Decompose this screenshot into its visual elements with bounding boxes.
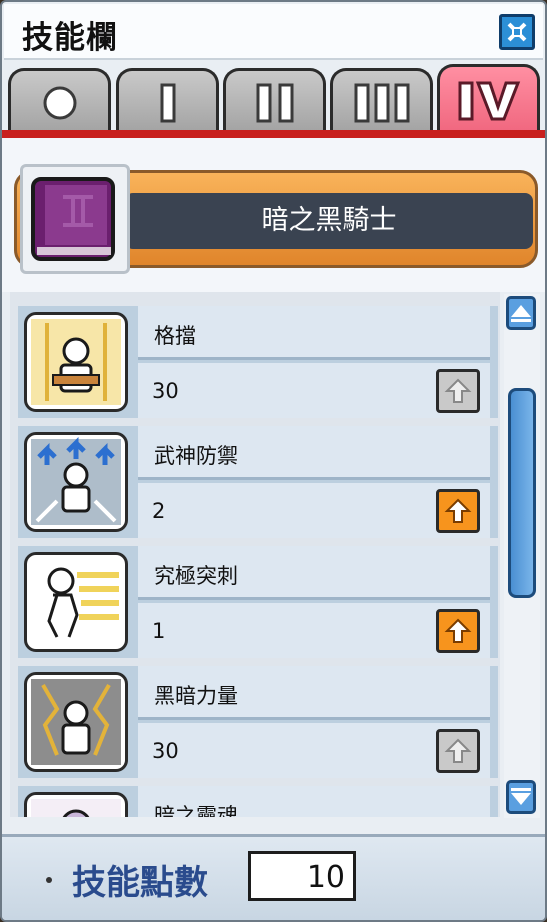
skill-points-value: 10 — [248, 851, 356, 901]
skill-points-footer: 技能點數 10 — [2, 834, 545, 920]
skill-row[interactable]: 暗之靈魂 — [18, 786, 498, 817]
skill-list-scrollbar[interactable] — [504, 294, 540, 818]
close-icon — [507, 22, 527, 42]
skill-row[interactable]: 究極突刺 1 — [18, 546, 498, 658]
guard-skill-icon — [31, 436, 121, 525]
skill-list[interactable]: 格擋 30 武神防禦 2 究極突刺 1 黑暗力量 30 暗之靈魂 — [10, 292, 500, 817]
skill-row[interactable]: 武神防禦 2 — [18, 426, 498, 538]
scroll-up-button[interactable] — [506, 296, 536, 330]
tab-4[interactable] — [437, 64, 540, 134]
skill-row[interactable]: 格擋 30 — [18, 306, 498, 418]
skill-points-label: 技能點數 — [72, 863, 208, 903]
block-skill-icon — [31, 319, 121, 405]
arrow-up-icon — [444, 378, 472, 403]
skill-window: 技能欄 暗之黑騎士 格擋 30 武神防禦 2 究極突刺 1 黑暗力量 30 暗之… — [0, 0, 547, 922]
skill-icon-frame — [24, 312, 128, 412]
roman-2-icon — [256, 83, 293, 122]
skill-book-icon — [31, 177, 115, 261]
skill-icon-frame — [24, 792, 128, 817]
tab-divider — [2, 130, 545, 138]
job-name-plate: 暗之黑騎士 — [125, 193, 533, 249]
level-up-button[interactable] — [436, 489, 480, 533]
thrust-skill-icon — [31, 559, 121, 645]
title-bar[interactable]: 技能欄 — [4, 4, 543, 60]
level-up-button-disabled[interactable] — [436, 369, 480, 413]
dark-power-skill-icon — [31, 679, 121, 765]
window-title: 技能欄 — [22, 20, 118, 56]
dark-soul-skill-icon — [31, 799, 121, 817]
roman-3-icon — [354, 83, 409, 122]
job-icon-frame — [20, 164, 130, 274]
level-up-button[interactable] — [436, 609, 480, 653]
skill-name: 格擋 — [138, 306, 490, 360]
arrow-down-icon — [511, 788, 531, 805]
bullet-icon — [46, 877, 52, 883]
skill-icon-frame — [24, 552, 128, 652]
skill-level: 1 — [152, 619, 166, 643]
job-header: 暗之黑騎士 — [2, 138, 545, 292]
job-name: 暗之黑騎士 — [261, 205, 397, 236]
arrow-up-icon — [444, 738, 472, 763]
skill-level: 30 — [152, 739, 179, 763]
arrow-up-icon — [444, 618, 472, 643]
skill-level-row: 1 — [138, 603, 490, 658]
job-advancement-tabs — [8, 64, 543, 134]
roman-4-icon — [458, 81, 520, 120]
skill-level-row: 30 — [138, 363, 490, 418]
scroll-down-button[interactable] — [506, 780, 536, 814]
skill-icon-frame — [24, 432, 128, 532]
level-up-button-disabled[interactable] — [436, 729, 480, 773]
skill-level-row: 2 — [138, 483, 490, 538]
skill-level: 2 — [152, 499, 166, 523]
skill-level-row: 30 — [138, 723, 490, 778]
arrow-up-icon — [444, 498, 472, 523]
skill-name: 暗之靈魂 — [138, 786, 490, 817]
skill-name: 黑暗力量 — [138, 666, 490, 720]
tab-1[interactable] — [116, 68, 219, 134]
tab-2[interactable] — [223, 68, 326, 134]
skill-row[interactable]: 黑暗力量 30 — [18, 666, 498, 778]
skill-name: 武神防禦 — [138, 426, 490, 480]
tab-3[interactable] — [330, 68, 433, 134]
skill-level: 30 — [152, 379, 179, 403]
circle-icon — [43, 86, 76, 119]
arrow-up-icon — [511, 305, 531, 322]
close-button[interactable] — [499, 14, 535, 50]
roman-1-icon — [160, 83, 175, 122]
skill-name: 究極突刺 — [138, 546, 490, 600]
skill-icon-frame — [24, 672, 128, 772]
tab-0[interactable] — [8, 68, 111, 134]
scroll-thumb[interactable] — [508, 388, 536, 598]
